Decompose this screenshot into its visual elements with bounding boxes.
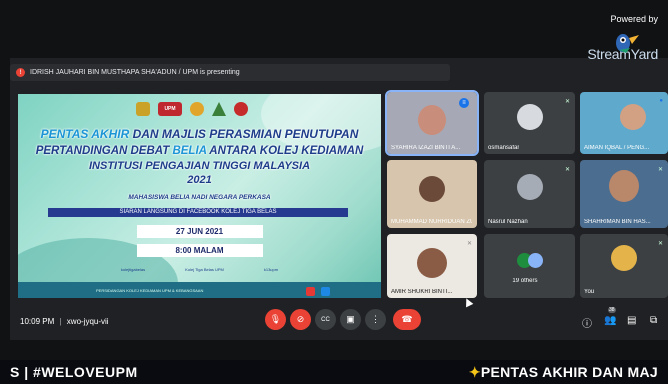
ticker-right-text: ✦PENTAS AKHIR DAN MAJ [469,364,658,381]
participant-name: SHAHRIMAN BIN HAS... [584,219,651,225]
people-icon: 👥 [604,315,617,326]
separator: | [59,316,62,326]
mic-off-icon: ✕ [657,241,663,247]
captions-icon: CC [321,316,330,323]
ticker-left-text: S | #WELOVEUPM [10,364,138,380]
participant-tile[interactable]: ≡ SYAHIRA IZAZI BINTI A... [385,90,479,156]
presentation-slide: UPM PENTAS AKHIR DAN MAJLIS PERASMIAN PE… [18,94,381,298]
avatar [516,174,543,201]
avatar [527,253,543,269]
sparkle-icon: ✦ [468,363,481,380]
participant-name: AIMAN IQBAL / PENG... [584,145,650,151]
slide-year: 2021 [187,174,212,186]
slide-tagline: MAHASISWA BELIA NADI NEGARA PERKASA [128,194,271,201]
speaking-icon: ≡ [459,98,469,108]
chat-icon: ▤ [627,315,637,326]
hang-up-icon: ☎ [401,314,413,324]
ticker-right-label: PENTAS AKHIR DAN MAJ [480,363,658,380]
meeting-time: 10:09 PM [20,316,55,326]
instagram-handle: k13upm [263,266,279,272]
mic-toggle-button[interactable]: 🎙 [265,309,286,330]
activities-button[interactable]: ⧉ [650,315,657,326]
others-avatars [516,253,543,269]
camera-toggle-button[interactable]: ⊘ [290,309,311,330]
slide-title-text: PERTANDINGAN DEBAT [35,145,173,157]
participant-video [418,104,446,135]
participant-name: You [584,289,595,295]
participant-count: 38 [608,307,616,313]
present-icon: ! [16,68,25,77]
meeting-code: xwo-jyqu-vii [66,316,109,326]
participant-name: MUHAMMAD NURRIDUAN ZUL... [391,219,472,225]
avatar [516,103,543,130]
slide-title-line-3: INSTITUSI PENGAJIAN TINGGI MALAYSIA [88,160,311,172]
slide-title-text: ANTARA KOLEJ KEDIAMAN [206,145,364,157]
mic-off-icon: ✕ [466,241,472,247]
more-vert-icon: ⋮ [371,314,380,324]
youtube-handle: Kolej Tiga Belas UPM [185,266,224,272]
mic-off-icon: 🎙 [269,314,282,324]
participant-tile[interactable]: ✕ AMIR SHUKRI BINTI... [387,234,477,298]
slide-title-text: DAN MAJLIS PERASMIAN PENUTUPAN [129,127,359,141]
participant-tile[interactable]: ✕ osmansafar [484,92,575,154]
slide-footer-logo [321,287,330,296]
meeting-details-button[interactable]: ⓘ [582,315,592,330]
more-options-button[interactable]: ⋮ [365,309,386,330]
participant-tile[interactable]: 19 others [484,234,575,298]
avatar [611,245,637,272]
slide-social-row: kolejtigabelas Kolej Tiga Belas UPM k13u… [18,262,381,276]
present-screen-icon: ▣ [346,314,355,324]
upm-logo: UPM [158,102,182,116]
participant-tile[interactable]: ✕ SHAHRIMAN BIN HAS... [580,160,668,228]
news-ticker: S | #WELOVEUPM ✦PENTAS AKHIR DAN MAJ [0,360,668,384]
participant-video [609,169,639,202]
slide-title-highlight: BELIA [172,145,207,157]
red-emblem-logo [234,102,248,116]
participant-name: AMIR SHUKRI BINTI... [391,289,453,295]
triangle-logo [212,102,226,116]
activities-icon: ⧉ [650,315,658,326]
mic-off-icon: ✕ [564,99,570,105]
slide-footer-text: PERSIDANGAN KOLEJ KEDIAMAN UPM & KEBANGS… [96,287,204,293]
present-button[interactable]: ▣ [340,309,361,330]
participant-video [619,103,646,130]
others-count: 19 others [512,278,538,284]
mic-off-icon: ✕ [564,167,570,173]
participant-name: SYAHIRA IZAZI BINTI A... [391,145,461,151]
leaf-logo [190,102,204,116]
crest-logo [136,102,150,116]
powered-by-label: Powered by [610,14,658,24]
info-icon: ⓘ [582,319,592,330]
presenting-text: IDRISH JAUHARI BIN MUSTHAPA SHA'ADUN / U… [30,69,240,76]
participant-video [417,247,447,278]
presenting-banner: ! IDRISH JAUHARI BIN MUSTHAPA SHA'ADUN /… [10,64,450,81]
mic-off-icon: ✕ [657,167,663,173]
participant-tile[interactable]: MUHAMMAD NURRIDUAN ZUL... [387,160,477,228]
meeting-controls: 10:09 PM | xwo-jyqu-vii 🎙 ⊘ CC ▣ ⋮ ☎ ⓘ 👥… [10,306,668,336]
people-button[interactable]: 👥 38 [604,307,617,326]
slide-title-highlight: PENTAS AKHIR [40,127,130,141]
participant-name: osmansafar [488,145,520,151]
streamyard-bird-icon [616,34,639,53]
slide-live-info: SIARAN LANGSUNG DI FACEBOOK KOLEJ TIGA B… [48,208,348,217]
leave-call-button[interactable]: ☎ [393,309,421,330]
camera-off-icon: ⊘ [296,314,305,324]
captions-button[interactable]: CC [315,309,336,330]
participant-name: Nasrul Nazhan [488,219,528,225]
screen: Powered by StreamYard ! IDRISH JAUHARI B… [0,0,668,384]
facebook-handle: kolejtigabelas [120,266,146,272]
meeting-info: 10:09 PM | xwo-jyqu-vii [20,317,109,326]
participant-tile[interactable]: ● AIMAN IQBAL / PENG... [580,92,668,154]
slide-logos: UPM [136,102,248,116]
slide-title-line-2: PERTANDINGAN DEBAT BELIA ANTARA KOLEJ KE… [18,145,381,157]
slide-title-line-1: PENTAS AKHIR DAN MAJLIS PERASMIAN PENUTU… [18,127,381,141]
slide-footer-logo [306,287,315,296]
participant-tile[interactable]: ✕ Nasrul Nazhan [484,160,575,228]
speaking-icon: ● [659,98,663,104]
participant-tile[interactable]: ✕ You [580,234,668,298]
participant-video [419,175,445,202]
slide-date: 27 JUN 2021 [136,225,263,238]
chat-button[interactable]: ▤ [627,315,636,326]
slide-time: 8:00 MALAM [136,244,263,257]
